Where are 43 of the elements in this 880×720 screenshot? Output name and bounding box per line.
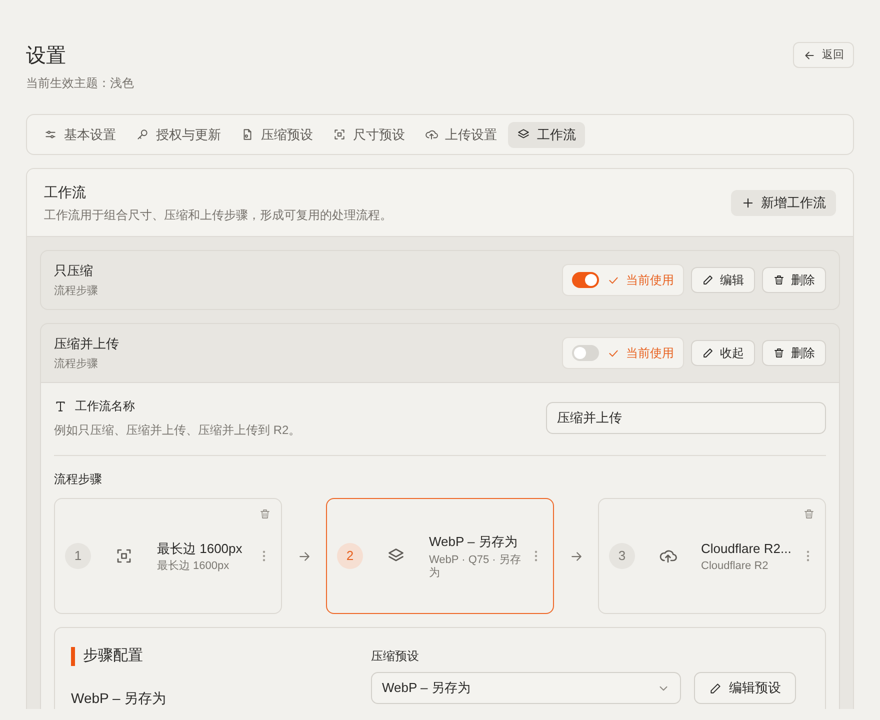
preset-select[interactable]: WebP – 另存为 bbox=[371, 672, 681, 704]
workflow-name-input[interactable]: 压缩并上传 bbox=[546, 402, 826, 434]
step-card[interactable]: 2 WebP – 另存为 WebP · Q75 · 另存为 bbox=[326, 498, 554, 614]
theme-subtitle: 当前生效主题：浅色 bbox=[26, 75, 134, 92]
field-hint: 例如只压缩、压缩并上传、压缩并上传到 R2。 bbox=[54, 422, 301, 439]
step-number: 3 bbox=[609, 543, 635, 569]
step-title: 最长边 1600px bbox=[157, 540, 244, 558]
preset-label: 压缩预设 bbox=[371, 648, 420, 665]
settings-tab[interactable]: 压缩预设 bbox=[232, 122, 322, 148]
workflow-name: 压缩并上传 bbox=[54, 334, 119, 352]
config-step-name: WebP – 另存为 bbox=[71, 688, 168, 708]
edit-button[interactable]: 收起 bbox=[691, 340, 755, 366]
workflow-subtitle: 流程步骤 bbox=[54, 284, 98, 299]
section-title: 工作流 bbox=[44, 182, 87, 202]
delete-button[interactable]: 删除 bbox=[762, 267, 826, 293]
edit-preset-button[interactable]: 编辑预设 bbox=[694, 672, 796, 704]
steps-label: 流程步骤 bbox=[54, 471, 103, 488]
step-card[interactable]: 1 最长边 1600px 最长边 1600px bbox=[54, 498, 282, 614]
step-detail: 最长边 1600px bbox=[157, 560, 230, 574]
step-detail: WebP · Q75 · 另存为 bbox=[429, 554, 522, 580]
step-card[interactable]: 3 Cloudflare R2... Cloudflare R2 bbox=[598, 498, 826, 614]
step-number: 2 bbox=[337, 543, 363, 569]
field-label: 工作流名称 bbox=[75, 398, 135, 415]
settings-tab[interactable]: 尺寸预设 bbox=[324, 122, 414, 148]
settings-tab[interactable]: 上传设置 bbox=[416, 122, 506, 148]
step-number: 1 bbox=[65, 543, 91, 569]
settings-tab[interactable]: 授权与更新 bbox=[127, 122, 230, 148]
add-workflow-button[interactable]: 新增工作流 bbox=[731, 190, 836, 216]
workflow-name: 只压缩 bbox=[54, 262, 94, 280]
step-title: WebP – 另存为 bbox=[429, 533, 518, 552]
edit-button[interactable]: 编辑 bbox=[691, 267, 755, 293]
workflow-subtitle: 流程步骤 bbox=[54, 356, 99, 372]
active-label: 当前使用 bbox=[626, 272, 674, 289]
settings-tab[interactable]: 工作流 bbox=[508, 122, 585, 148]
page-title: 设置 bbox=[26, 44, 67, 69]
settings-tab[interactable]: 基本设置 bbox=[35, 122, 125, 148]
config-title: 步骤配置 bbox=[83, 646, 143, 666]
back-button[interactable]: 返回 bbox=[793, 42, 854, 68]
section-description: 工作流用于组合尺寸、压缩和上传步骤，形成可复用的处理流程。 bbox=[44, 206, 392, 224]
active-label: 当前使用 bbox=[626, 345, 674, 362]
step-title: Cloudflare R2... bbox=[701, 540, 792, 558]
step-detail: Cloudflare R2 bbox=[701, 560, 770, 574]
delete-button[interactable]: 删除 bbox=[762, 340, 826, 366]
